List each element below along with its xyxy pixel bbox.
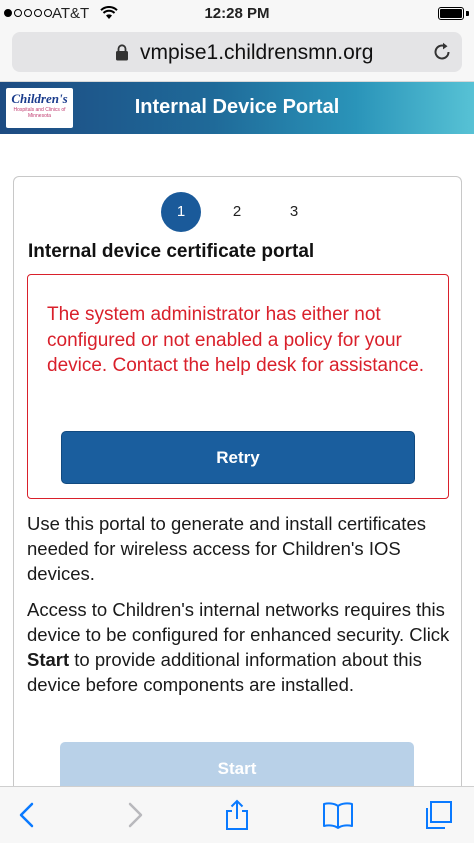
lock-icon — [116, 44, 128, 61]
status-bar: AT&T 12:28 PM — [0, 0, 474, 28]
address-bar[interactable]: vmpise1.childrensmn.org — [12, 32, 462, 72]
bookmarks-icon[interactable] — [322, 799, 354, 831]
portal-title: Internal Device Portal — [134, 96, 340, 118]
step-indicator: 1 2 3 — [14, 192, 463, 232]
access-text: Access to Children's internal networks r… — [27, 597, 452, 697]
step-1: 1 — [161, 192, 201, 232]
browser-address-area: vmpise1.childrensmn.org — [0, 28, 474, 82]
site-banner: Children's Hospitals and Clinics of Minn… — [0, 82, 474, 134]
retry-button[interactable]: Retry — [61, 431, 415, 484]
access-text-before: Access to Children's internal networks r… — [27, 599, 450, 645]
step-2: 2 — [232, 203, 242, 220]
status-time: 12:28 PM — [204, 5, 270, 22]
tabs-icon[interactable] — [422, 799, 454, 831]
error-alert: The system administrator has either not … — [27, 274, 449, 499]
share-icon[interactable] — [221, 799, 253, 831]
error-message: The system administrator has either not … — [47, 304, 425, 376]
back-icon[interactable] — [12, 799, 44, 831]
portal-card: 1 2 3 Internal device certificate portal… — [13, 176, 462, 816]
page-title: Internal device certificate portal — [28, 241, 315, 262]
browser-toolbar — [0, 786, 474, 843]
battery-tip — [466, 11, 469, 16]
intro-text: Use this portal to generate and install … — [27, 513, 426, 584]
access-text-start: Start — [27, 649, 70, 670]
url-text: vmpise1.childrensmn.org — [140, 41, 374, 64]
battery-icon — [438, 7, 464, 20]
forward-icon[interactable] — [118, 799, 150, 831]
reload-icon[interactable] — [432, 42, 452, 62]
access-text-after: to provide additional information about … — [27, 649, 422, 695]
step-3: 3 — [289, 203, 299, 220]
